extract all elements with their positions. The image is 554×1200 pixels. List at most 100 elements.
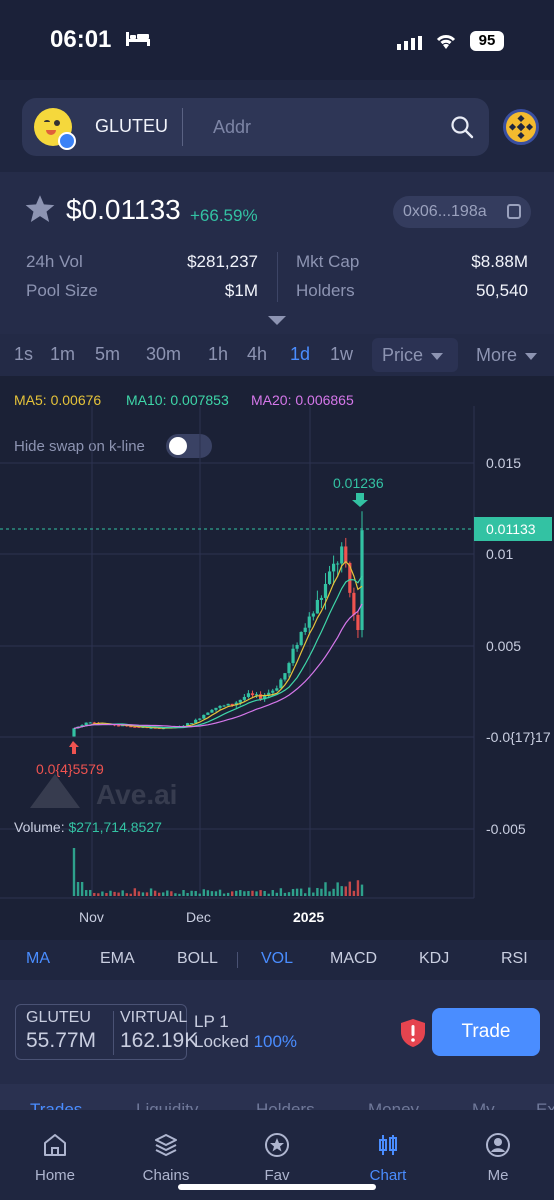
tf-30m[interactable]: 30m	[146, 344, 181, 365]
layers-icon	[155, 1134, 177, 1157]
tf-1s[interactable]: 1s	[14, 344, 33, 365]
timeframe-bar: 1s 1m 5m 30m 1h 4h 1d 1w Price More	[0, 334, 554, 376]
search-input[interactable]: Addr	[213, 117, 251, 138]
trade-button[interactable]: Trade	[432, 1008, 540, 1056]
tf-4h[interactable]: 4h	[247, 344, 267, 365]
candle-body	[356, 614, 360, 631]
security-shield-icon[interactable]	[400, 1018, 426, 1048]
volume-bar	[202, 889, 206, 896]
candle-body	[214, 707, 218, 710]
tf-1m[interactable]: 1m	[50, 344, 75, 365]
volume-bar	[255, 891, 258, 896]
nav-chains[interactable]: Chains	[121, 1132, 211, 1184]
tf-1w[interactable]: 1w	[330, 344, 353, 365]
volume-bar	[84, 890, 88, 896]
volume-bar	[145, 892, 149, 896]
price-change: +66.59%	[190, 206, 258, 225]
wifi-icon	[436, 35, 456, 49]
ind-vol[interactable]: VOL	[261, 950, 293, 968]
candle-body	[303, 627, 307, 632]
bottom-nav: Home Chains Fav Chart Me	[0, 1110, 554, 1200]
quote-symbol: VIRTUAL	[120, 1009, 188, 1026]
nav-fav[interactable]: Fav	[232, 1132, 322, 1184]
search-divider	[182, 108, 183, 146]
ave-ai-watermark: Ave.ai	[30, 774, 177, 810]
nav-chart[interactable]: Chart	[343, 1132, 433, 1184]
token-name[interactable]: GLUTEU	[95, 116, 168, 137]
price-chart[interactable]: MA5: 0.00676 MA10: 0.007853 MA20: 0.0068…	[0, 376, 554, 940]
candle-body	[327, 571, 332, 584]
nav-me[interactable]: Me	[453, 1132, 543, 1184]
price-dropdown[interactable]: Price	[372, 338, 458, 372]
candle-body	[271, 690, 275, 693]
volume-bar	[263, 890, 266, 896]
nav-home-label: Home	[34, 1167, 75, 1184]
candle-body	[332, 563, 336, 572]
lp-locked: Locked 100%	[194, 1032, 297, 1052]
expand-chevron-icon[interactable]	[268, 316, 286, 325]
candle-body	[287, 663, 291, 674]
copy-icon[interactable]	[507, 204, 521, 219]
tab-holders[interactable]: Holders	[256, 1100, 315, 1110]
pair-info: GLUTEU 55.77M VIRTUAL 162.19K LP 1 Locked …	[0, 980, 554, 1084]
tf-1d[interactable]: 1d	[290, 344, 310, 365]
ind-macd[interactable]: MACD	[330, 950, 377, 968]
more-dropdown[interactable]: More	[466, 338, 546, 372]
locked-label: Locked	[194, 1032, 249, 1051]
bnb-chain-icon[interactable]	[503, 109, 539, 145]
candle-body	[222, 705, 226, 707]
ind-rsi[interactable]: RSI	[501, 950, 528, 968]
search-icon[interactable]	[450, 115, 474, 139]
ind-kdj[interactable]: KDJ	[419, 950, 449, 968]
tab-liquidity[interactable]: Liquidity	[136, 1100, 198, 1110]
volume-bar	[239, 890, 242, 896]
volume-bar	[214, 891, 218, 896]
y-tick: -0.005	[486, 821, 526, 837]
volume-bar	[259, 890, 262, 896]
volume-bars	[72, 848, 364, 896]
candle-icon	[379, 1135, 397, 1155]
current-price-tag-label: 0.01133	[486, 521, 536, 537]
star-icon	[265, 1133, 289, 1157]
nav-me-label: Me	[487, 1167, 509, 1184]
high-label: 0.01236	[333, 475, 384, 491]
candle-body	[206, 712, 210, 715]
volume-bar	[275, 892, 279, 896]
status-time: 06:01	[50, 26, 112, 53]
contract-address-pill[interactable]: 0x06...198a	[393, 196, 531, 228]
volume-bar	[328, 891, 331, 896]
tab-money[interactable]: Money	[368, 1100, 419, 1110]
tab-trades[interactable]: Trades	[30, 1100, 82, 1110]
candle-body	[340, 546, 344, 564]
tab-my[interactable]: My	[472, 1100, 495, 1110]
favorite-star-icon[interactable]	[24, 194, 56, 224]
sleep-icon	[126, 32, 150, 46]
volume-bar	[89, 889, 92, 896]
volume-bar	[348, 881, 352, 896]
candle-body	[88, 722, 92, 724]
volume-bar	[190, 890, 193, 896]
candle-body	[319, 597, 324, 600]
volume-bar	[312, 892, 315, 896]
candle-body	[242, 696, 246, 700]
volume-bar	[194, 891, 197, 896]
search-bar[interactable]: GLUTEU Addr	[22, 98, 489, 156]
candle-body	[283, 673, 287, 680]
tab-ex[interactable]: Ex	[536, 1100, 554, 1110]
nav-home[interactable]: Home	[10, 1132, 100, 1184]
status-bar: 06:01 95	[0, 0, 554, 80]
ind-ema[interactable]: EMA	[100, 950, 135, 968]
tf-1h[interactable]: 1h	[208, 344, 228, 365]
volume-bar	[109, 890, 112, 896]
x-axis-ticks: Nov Dec 2025	[79, 909, 324, 925]
ind-boll[interactable]: BOLL	[177, 950, 218, 968]
tf-5m[interactable]: 5m	[95, 344, 120, 365]
home-indicator	[178, 1184, 376, 1190]
volume-bar	[222, 893, 226, 896]
volume-bar	[352, 890, 356, 896]
ind-ma[interactable]: MA	[26, 950, 50, 968]
stats-divider	[277, 252, 278, 302]
volume-readout: Volume: $271,714.8527	[14, 819, 162, 835]
candle-body	[315, 599, 319, 614]
pool-reserves: GLUTEU 55.77M VIRTUAL 162.19K	[15, 1004, 198, 1060]
